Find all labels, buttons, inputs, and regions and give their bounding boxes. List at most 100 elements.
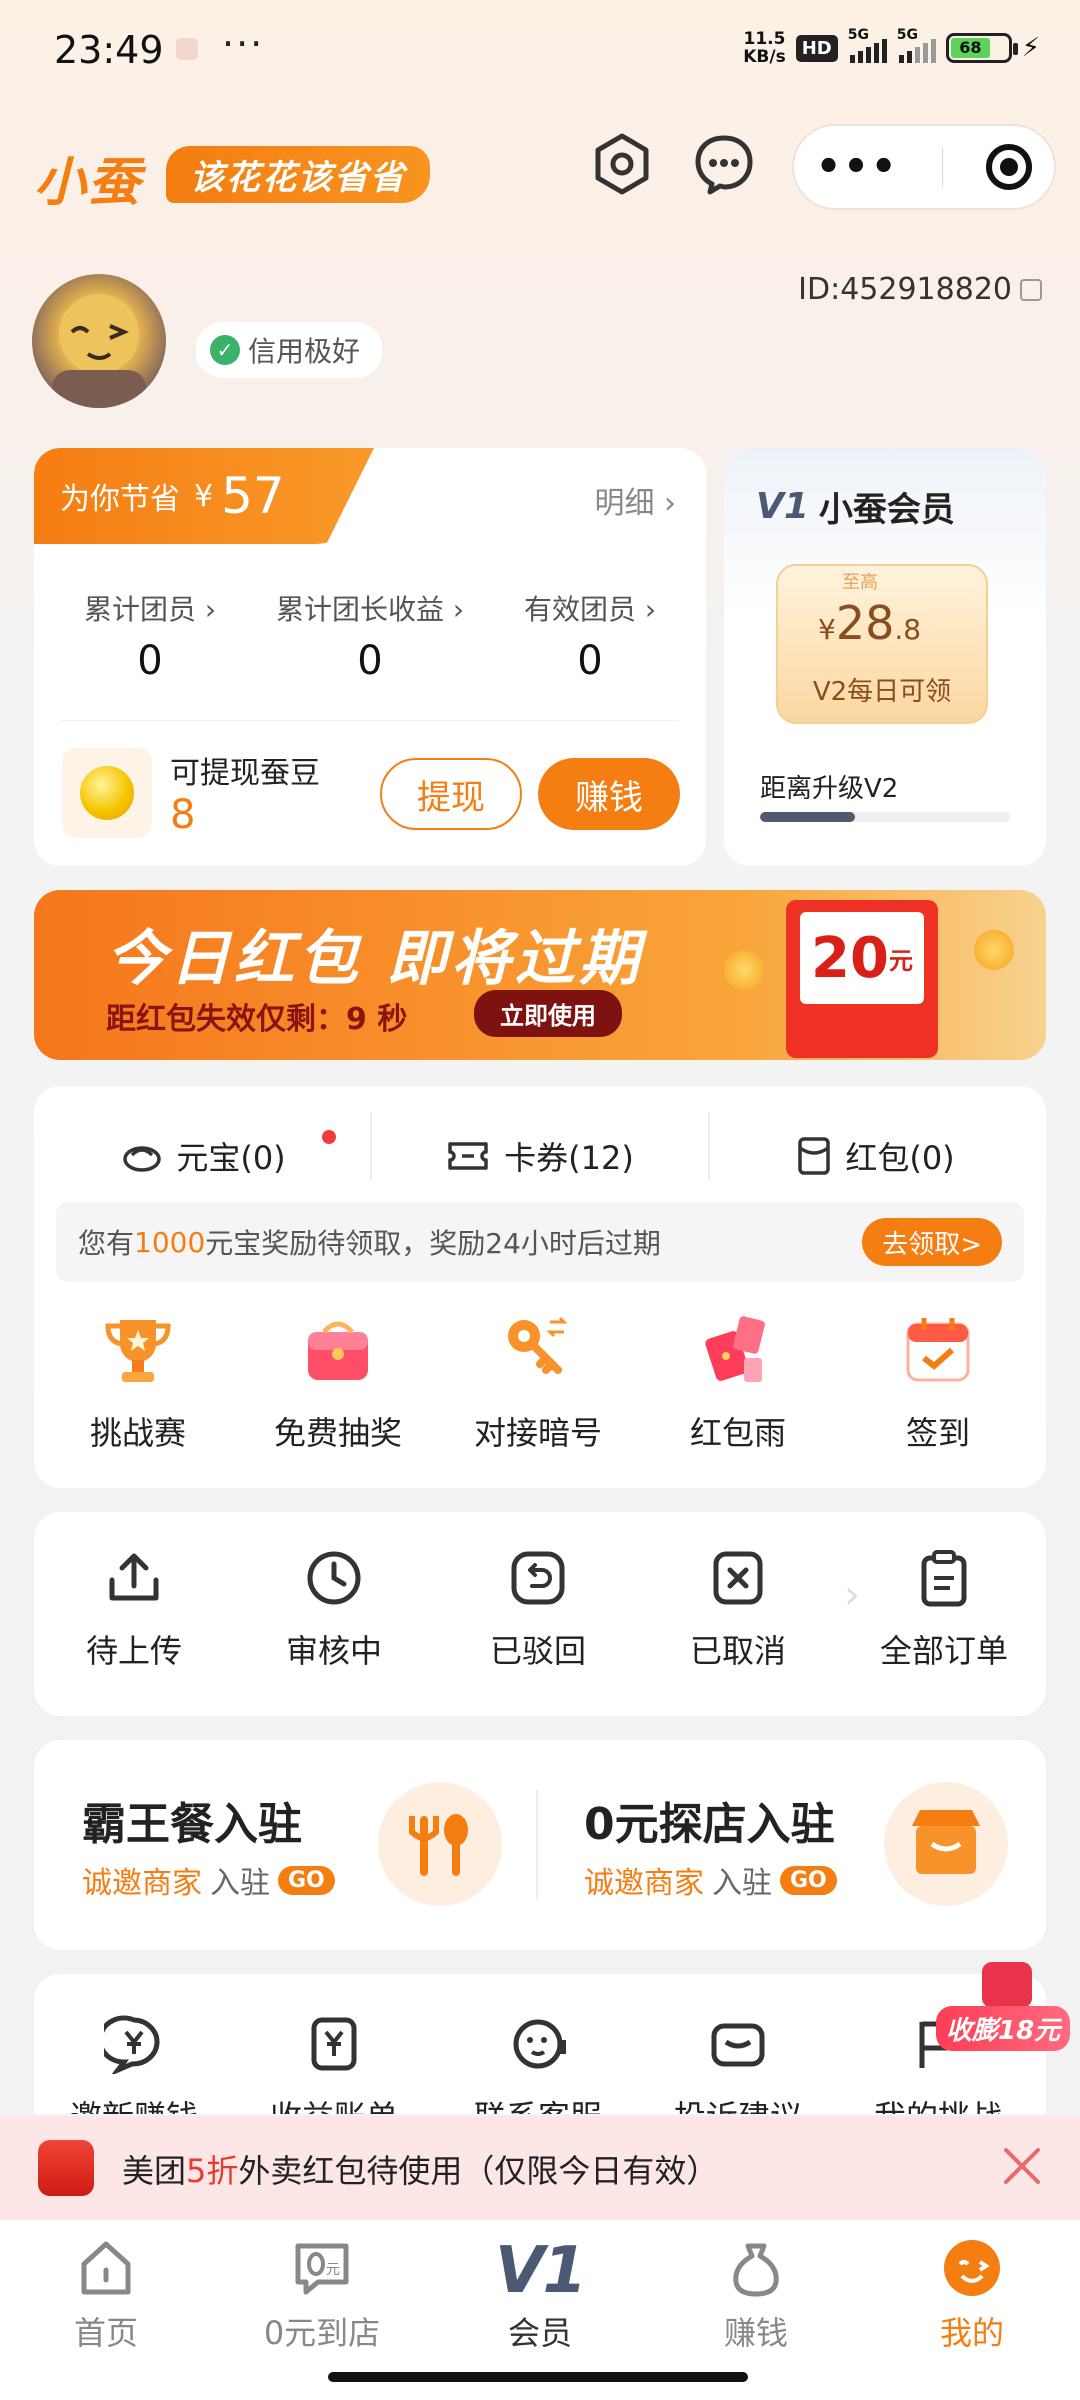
service-earnings-bill[interactable]: 收益账单 <box>234 2014 434 2114</box>
coupon-dec: .8 <box>894 613 922 646</box>
v1-badge-icon: V1 <box>756 486 809 527</box>
service-feedback[interactable]: 投诉建议 <box>638 2014 838 2114</box>
key-icon <box>500 1312 576 1388</box>
feature-red-packet-rain[interactable]: 红包雨 <box>638 1312 838 1454</box>
tab-home[interactable]: 首页 <box>6 2236 206 2354</box>
ticket-icon <box>448 1142 488 1170</box>
upgrade-progress-bar <box>760 812 1010 822</box>
support-icon <box>508 2014 568 2074</box>
zero-store-icon: 元 <box>290 2236 354 2300</box>
close-miniprogram-icon[interactable] <box>986 144 1033 190</box>
message-icon[interactable] <box>692 132 756 196</box>
close-icon[interactable] <box>998 2142 1046 2190</box>
tab-label: 卡券(12) <box>504 1139 634 1177</box>
red-packet-title: 今日红包 即将过期 <box>106 924 643 994</box>
red-envelope-icon: 20 元 <box>786 900 938 1058</box>
merchant-join-card: 霸王餐入驻 诚邀商家 入驻 GO 0元探店入驻 诚邀商家 入驻 GO <box>34 1740 1046 1950</box>
tab-earn[interactable]: 赚钱 <box>656 2236 856 2354</box>
notice-text: 美团5折外卖红包待使用（仅限今日有效） <box>122 2146 718 2192</box>
service-label: 投诉建议 <box>638 2092 838 2114</box>
withdraw-button[interactable]: 提现 <box>380 758 522 830</box>
order-cancelled[interactable]: 已取消 <box>638 1548 838 1672</box>
credit-label: 信用极好 <box>248 335 361 368</box>
feature-free-lottery[interactable]: 免费抽奖 <box>238 1312 438 1454</box>
status-time: 23:49 <box>54 28 164 72</box>
service-invite-earn[interactable]: 邀新赚钱 <box>34 2014 234 2114</box>
miniprogram-capsule: ••• <box>792 124 1056 210</box>
feature-label: 签到 <box>905 1414 970 1452</box>
claim-button[interactable]: 去领取> <box>862 1218 1002 1266</box>
service-contact-support[interactable]: 联系客服 <box>438 2014 638 2114</box>
tab-label: 赚钱 <box>723 2314 788 2352</box>
float-badge-text: 收膨18元 <box>936 2006 1071 2051</box>
settings-hex-icon[interactable] <box>590 132 654 196</box>
bean-icon <box>80 766 134 820</box>
order-reviewing[interactable]: 审核中 <box>234 1548 434 1672</box>
tab-member[interactable]: V1 会员 <box>440 2236 640 2354</box>
signal-label-1: 5G <box>847 27 869 43</box>
service-label: 邀新赚钱 <box>34 2092 234 2114</box>
go-badge: GO <box>780 1865 837 1895</box>
signal-icon-1: 5G <box>848 27 887 63</box>
upgrade-progress-fill <box>760 812 855 822</box>
go-badge: GO <box>278 1865 335 1895</box>
floating-cashback-badge[interactable]: 收膨18元 <box>936 1962 1071 2052</box>
merchant-subtitle: 诚邀商家 入驻 GO <box>82 1858 335 1902</box>
coin-icon <box>974 930 1014 970</box>
stat-label: 累计团长收益 › <box>275 593 465 626</box>
copy-icon[interactable] <box>1020 278 1042 301</box>
member-card[interactable]: V1 小蚕会员 至高 ¥28.8 V2每日可领 距离升级V2 <box>724 448 1046 866</box>
brand-slogan: 该花花该省省 <box>166 146 430 203</box>
merchant-zero-visit[interactable]: 0元探店入驻 诚邀商家 入驻 GO <box>540 1740 1046 1950</box>
earn-button[interactable]: 赚钱 <box>538 758 680 830</box>
merchant-subtitle: 诚邀商家 入驻 GO <box>584 1858 837 1902</box>
yen-chat-icon <box>97 2014 164 2076</box>
expiring-red-packet-banner[interactable]: 今日红包 即将过期 距红包失效仅剩：9 秒 立即使用 20 元 <box>34 890 1046 1060</box>
savings-detail-link[interactable]: 明细 › <box>594 478 676 522</box>
envelope-value: 20 元 <box>800 912 924 1004</box>
reward-suffix: 元宝奖励待领取，奖励24小时后过期 <box>205 1227 661 1260</box>
status-more-dots: ··· <box>222 22 265 66</box>
meituan-coupon-notice[interactable]: 美团5折外卖红包待使用（仅限今日有效） <box>0 2116 1080 2220</box>
tab-label: 红包(0) <box>845 1139 955 1177</box>
stat-label: 有效团员 › <box>523 593 657 626</box>
credit-badge[interactable]: ✓ 信用极好 <box>196 322 383 378</box>
tab-red-packets[interactable]: 红包(0) <box>726 1126 1026 1186</box>
signal-label-2: 5G <box>896 27 918 43</box>
avatar[interactable] <box>32 274 166 408</box>
stat-active-members[interactable]: 有效团员 › 0 <box>480 588 700 684</box>
stat-members[interactable]: 累计团员 › 0 <box>40 588 260 684</box>
home-icon <box>74 2236 138 2300</box>
tab-coupons[interactable]: 卡券(12) <box>390 1126 690 1186</box>
reward-amount: 1000 <box>134 1225 206 1259</box>
more-options-button[interactable]: ••• <box>816 144 899 190</box>
storefront-icon <box>884 1782 1008 1906</box>
service-label: 联系客服 <box>438 2092 638 2114</box>
capsule-divider <box>941 147 943 187</box>
merchant-free-meal[interactable]: 霸王餐入驻 诚邀商家 入驻 GO <box>34 1740 536 1950</box>
feature-secret-code[interactable]: 对接暗号 <box>438 1312 638 1454</box>
order-rejected[interactable]: 已驳回 <box>438 1548 638 1672</box>
stat-leader-earnings[interactable]: 累计团长收益 › 0 <box>260 588 480 684</box>
tab-yuanbao[interactable]: 元宝(0) <box>54 1126 354 1186</box>
order-label: 已取消 <box>689 1632 786 1670</box>
order-label: 待上传 <box>85 1632 182 1670</box>
feature-check-in[interactable]: 签到 <box>838 1312 1038 1454</box>
status-indicators: 11.5 KB/s HD 5G 5G 68 ⚡ <box>743 27 1040 66</box>
merchant-sub-text: 入驻 <box>712 1866 772 1901</box>
tab-mine[interactable]: 我的 <box>872 2236 1072 2354</box>
merchant-sub-highlight: 诚邀商家 <box>82 1866 202 1901</box>
bean-label: 可提现蚕豆 <box>170 756 320 791</box>
use-now-button[interactable]: 立即使用 <box>474 990 622 1037</box>
user-id[interactable]: ID:452918820 <box>798 272 1042 307</box>
feature-challenge[interactable]: 挑战赛 <box>38 1312 238 1454</box>
red-packet-icon <box>38 2140 94 2196</box>
tab-zero-store[interactable]: 元 0元到店 <box>222 2236 422 2354</box>
coupon-note: V2每日可领 <box>812 677 952 707</box>
order-all[interactable]: 全部订单 <box>844 1548 1044 1672</box>
coupon-price: ¥28.8 <box>818 596 921 650</box>
member-coupon[interactable]: 至高 ¥28.8 V2每日可领 <box>776 564 988 724</box>
feature-label: 挑战赛 <box>89 1414 186 1452</box>
order-pending-upload[interactable]: 待上传 <box>34 1548 234 1672</box>
user-id-text: ID:452918820 <box>798 272 1012 307</box>
